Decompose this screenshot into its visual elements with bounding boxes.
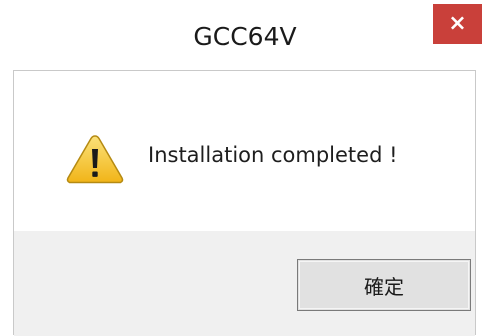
message-text: Installation completed !: [148, 143, 398, 167]
close-button[interactable]: ×: [433, 4, 482, 44]
close-icon: ×: [448, 11, 467, 36]
window-title: GCC64V: [193, 22, 297, 51]
button-bar: 確定: [14, 231, 475, 336]
warning-icon: [66, 135, 124, 184]
message-dialog-window: GCC64V × Installation completed ! 確定: [0, 0, 490, 336]
dialog-body: Installation completed ! 確定: [13, 70, 476, 336]
ok-button[interactable]: 確定: [297, 259, 471, 311]
message-area: Installation completed !: [14, 71, 475, 231]
title-bar[interactable]: GCC64V ×: [0, 0, 490, 70]
